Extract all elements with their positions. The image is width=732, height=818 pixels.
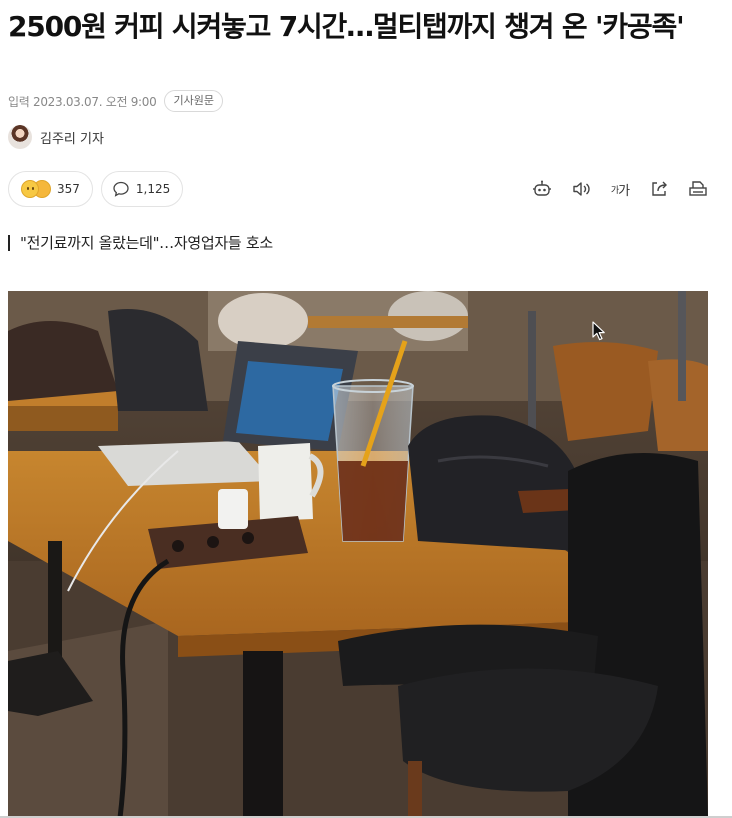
reaction-emoji-icon (19, 178, 51, 200)
comment-button[interactable]: 1,125 (100, 171, 184, 207)
comment-icon (112, 180, 130, 198)
article-meta: 입력 2023.03.07. 오전 9:00 기사원문 (8, 90, 223, 112)
article-photo[interactable] (8, 291, 708, 818)
robot-summary-icon[interactable] (530, 177, 554, 201)
subheadline-text: "전기료까지 올랐는데"…자영업자들 호소 (20, 234, 273, 252)
original-article-button[interactable]: 기사원문 (164, 90, 223, 112)
font-size-icon[interactable]: 가가 (608, 177, 632, 201)
reporter-name[interactable]: 김주리 기자 (40, 128, 104, 147)
article-subheadline: "전기료까지 올랐는데"…자영업자들 호소 (8, 232, 273, 253)
reaction-bar: 357 1,125 (8, 171, 184, 207)
published-date: 입력 2023.03.07. 오전 9:00 (8, 94, 157, 109)
reaction-button[interactable]: 357 (8, 171, 93, 207)
reaction-count: 357 (57, 182, 80, 196)
news-article: 2500원 커피 시켜놓고 7시간…멀티탭까지 챙겨 온 '카공족' 입력 20… (0, 0, 732, 818)
print-icon[interactable] (686, 177, 710, 201)
article-headline: 2500원 커피 시켜놓고 7시간…멀티탭까지 챙겨 온 '카공족' (8, 10, 685, 43)
reporter-avatar[interactable] (8, 125, 32, 149)
subheadline-bar (8, 234, 10, 251)
reporter-info[interactable]: 김주리 기자 (8, 125, 104, 149)
article-toolbar: 가가 (530, 177, 710, 201)
font-size-small-label: 가 (610, 185, 619, 196)
font-size-label: 가 (618, 183, 630, 199)
share-icon[interactable] (647, 177, 671, 201)
mouse-cursor-icon (592, 321, 606, 341)
speaker-icon[interactable] (569, 177, 593, 201)
comment-count: 1,125 (135, 182, 171, 196)
